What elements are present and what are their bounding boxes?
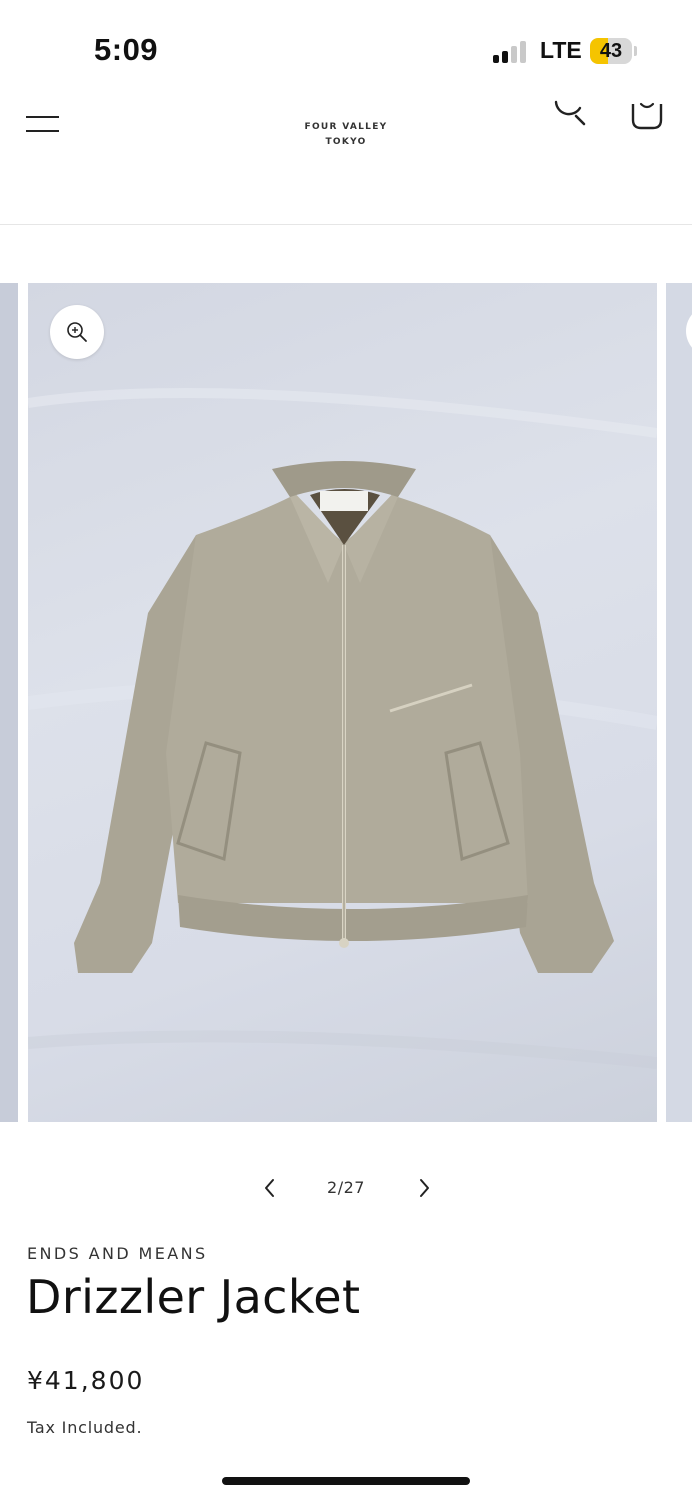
store-logo[interactable]: FOUR VALLEY TOKYO — [246, 120, 446, 150]
battery-nub — [634, 46, 637, 56]
product-vendor[interactable]: ENDS AND MEANS — [27, 1244, 208, 1263]
next-image-peek[interactable] — [666, 283, 692, 1122]
product-gallery[interactable] — [0, 283, 692, 1122]
gallery-counter: 2/27 — [327, 1178, 365, 1197]
status-bar: 5:09 LTE 43 — [0, 0, 692, 96]
zoom-in-icon[interactable] — [50, 305, 104, 359]
chevron-left-icon[interactable] — [256, 1174, 284, 1202]
gallery-pager: 2/27 — [240, 1168, 452, 1208]
logo-line-1: FOUR VALLEY — [304, 122, 388, 132]
site-header: FOUR VALLEY TOKYO — [0, 96, 692, 225]
product-price: ¥41,800 — [27, 1366, 145, 1395]
product-image[interactable] — [28, 283, 657, 1122]
search-icon[interactable] — [548, 96, 592, 136]
zoom-button-peek — [686, 305, 692, 357]
home-indicator[interactable] — [222, 1477, 470, 1485]
tax-note: Tax Included. — [27, 1418, 143, 1437]
cart-icon[interactable] — [624, 96, 670, 136]
battery-level: 43 — [599, 40, 623, 62]
previous-image-peek[interactable] — [0, 283, 18, 1122]
chevron-right-icon[interactable] — [410, 1174, 438, 1202]
jacket-illustration — [28, 388, 657, 1069]
hamburger-menu-icon[interactable] — [24, 104, 64, 134]
status-time: 5:09 — [94, 32, 159, 67]
network-type: LTE — [540, 37, 582, 63]
logo-line-2: TOKYO — [325, 137, 367, 147]
battery-icon: 43 — [590, 38, 632, 64]
signal-strength-icon — [493, 41, 529, 63]
product-title: Drizzler Jacket — [26, 1270, 361, 1324]
